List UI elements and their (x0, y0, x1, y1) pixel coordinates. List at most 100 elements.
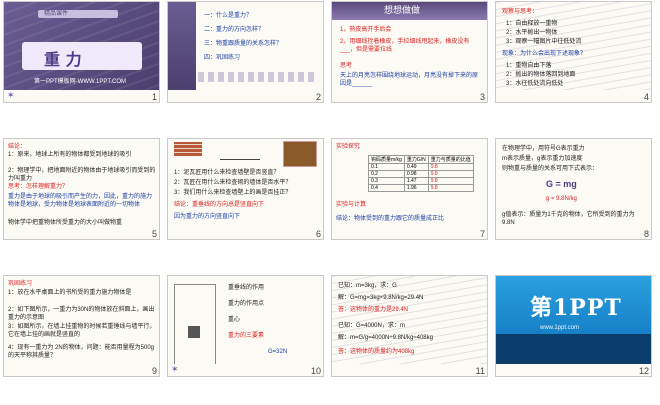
slide-number: 5 (151, 229, 157, 239)
slide-7-line-1: 实验探究 (336, 144, 361, 150)
table-row: 0.1 0.49 9.8 (368, 163, 474, 171)
slide-9-line-1: 巩固练习 (8, 281, 33, 287)
table-row: 0.3 1.47 9.8 (368, 177, 474, 185)
slide-number: 2 (315, 92, 321, 102)
slide-4-line-3: 3：观察一幅图片中往低处流 (506, 39, 582, 45)
slide-4-line-7: 3：水往低处流向低处 (506, 81, 564, 87)
slide-1-footer: 第一PPT模板网-WWW.1PPT.COM (34, 79, 126, 85)
slide-thumbnail-1[interactable]: 精品课件 重 力 第一PPT模板网-WWW.1PPT.COM ✶ 1 (4, 2, 159, 102)
painting-image (283, 141, 317, 167)
slide-number: 10 (310, 366, 321, 376)
table-cell: 0.2 (368, 170, 405, 178)
slide-6-line-1: 1：泥瓦匠用什么来检查墙壁是否竖直？ (174, 170, 280, 176)
slide-3-line-3: 思考 (340, 63, 353, 69)
slide-3-heading: 想想做做 (384, 6, 421, 16)
slide-10-line-5: G=32N (268, 349, 288, 355)
table-cell: 0.3 (368, 177, 405, 185)
table-cell: 1.47 (403, 177, 429, 185)
slide-11-line-5: 解：m=G/g=4000N÷9.8N/kg≈408kg (338, 335, 433, 341)
slide-5-line-5: 重力是由于地球的吸引而产生的力，因此，重力的施力物体是地球，受力物体是地球表面附… (8, 194, 153, 208)
slide-6-line-3: 3：我们用什么来检查墙壁上的画是否挂正？ (174, 190, 292, 196)
slide-number: 7 (479, 229, 485, 239)
slide-thumbnail-12[interactable]: 第1PPT www.1ppt.com 12 (496, 276, 651, 376)
slide-3-line-1: 1，熟皮高开手后会 (340, 27, 392, 33)
table-cell: 0.1 (368, 163, 405, 171)
slide-6-line-2: 2：瓦匠在用什么来检查砌的墙体是否水平？ (174, 180, 292, 186)
slide-number: 6 (315, 229, 321, 239)
slide-8-line-2: m表示质量，g表示重力加速度 (502, 156, 583, 162)
slide-9-line-4: 3：如图所示，在墙上挂重物的时候若重锤线与墙平行，它在墙上挂的画就是竖直的 (8, 324, 156, 338)
slide-4-heading: 观察与思考： (502, 9, 539, 15)
weight-icon (188, 326, 200, 338)
slide-4-line-2: 2：水平抛出一物体 (506, 30, 558, 36)
table-cell: 9.8 (427, 163, 474, 171)
slide-3-line-2: 2，用细线拴着橡皮，手拉细线甩起来，橡皮没有___，但是需要拉线 (340, 39, 470, 53)
slide-thumbnail-7[interactable]: 实验探究 钩码质量m/kg 重力G/N 重力与质量的比值 0.1 0.49 9.… (332, 139, 487, 239)
slide-8-formula: G = mg (546, 179, 577, 189)
slide-11-line-1: 已知：m=3kg，求：G (338, 283, 397, 289)
animation-star-icon: ✶ (7, 90, 15, 100)
slide-5-line-4: 思考：怎样理解重力？ (8, 184, 69, 190)
slide-number: 9 (151, 366, 157, 376)
experiment-table: 钩码质量m/kg 重力G/N 重力与质量的比值 0.1 0.49 9.8 0.2… (368, 155, 474, 192)
animation-star-icon: ✶ (171, 364, 179, 374)
slide-1-banner: 精品课件 (44, 11, 69, 17)
table-cell: 9.8 (427, 184, 474, 192)
slide-5-line-1: 结论： (8, 144, 27, 150)
slide-thumbnail-3[interactable]: 想想做做 1，熟皮高开手后会 2，用细线拴着橡皮，手拉细线甩起来，橡皮没有___… (332, 2, 487, 102)
table-cell: 1.96 (403, 184, 429, 192)
slide-5-line-3: 2：物理学中，把地面附近的物体由于地球吸引而受到的力叫重力 (8, 168, 156, 182)
table-row: 0.2 0.98 9.8 (368, 170, 474, 178)
table-header: 钩码质量m/kg (368, 155, 405, 164)
slide-thumbnail-2[interactable]: 一：什么是重力？ 二：重力的方向怎样？ 三：物重跟质量的关系怎样？ 四：巩固练习… (168, 2, 323, 102)
slide-thumbnail-4[interactable]: 观察与思考： 1：自由释放一重物 2：水平抛出一物体 3：观察一幅图片中往低处流… (496, 2, 651, 102)
slide-11-line-6: 答：这物体的质量约为408kg (338, 349, 415, 355)
slide-10-line-4: 重力的三要素 (228, 333, 265, 339)
slide-sorter-grid: 精品课件 重 力 第一PPT模板网-WWW.1PPT.COM ✶ 1 一：什么是… (0, 0, 660, 405)
slide-4-line-1: 1：自由释放一重物 (506, 21, 558, 27)
slide-9-line-5: 4：现有一重力为 2N的物体，问题：能否用量程为500g的天平称其质量？ (8, 345, 155, 359)
slide-thumbnail-10[interactable]: 重垂线的作用 重力的作用点 重心 重力的三要素 G=32N ✶ 10 (168, 276, 323, 376)
table-cell: 0.98 (403, 170, 429, 178)
slide-5-line-6: 物体学中把重物体所受重力的大小叫做物重 (8, 220, 123, 226)
slide-10-line-3: 重心 (228, 317, 241, 323)
slide-number: 4 (643, 92, 649, 102)
slide-10-line-2: 重力的作用点 (228, 301, 265, 307)
slide-2-item-2: 二：重力的方向怎样？ (204, 27, 265, 33)
slide-9-line-2: 1：放在水平桌面上的书所受的重力施力物体是 (8, 290, 132, 296)
slide-1-title: 重 力 (44, 50, 82, 69)
slide-11-line-3: 答：这物体的重力是29.4N (338, 307, 409, 313)
slide-9-line-3: 2：如下图所示，一重力为30N的物体放在斜面上，画出重力的示意图 (8, 307, 155, 321)
table-cell: 9.8 (427, 177, 474, 185)
slide-7-line-5: 实验与计算 (336, 202, 367, 208)
slide-8-line-3: 则物重与质量的关系可用下式表示： (502, 166, 599, 172)
plumb-line-image (220, 141, 260, 160)
slide-thumbnail-8[interactable]: 在物理学中，用符号G表示重力 m表示质量，g表示重力加速度 则物重与质量的关系可… (496, 139, 651, 239)
slide-11-line-4: 已知：G=4000N，求：m (338, 323, 405, 329)
slide-8-line-1: 在物理学中，用符号G表示重力 (502, 146, 585, 152)
table-row: 0.4 1.96 9.8 (368, 184, 474, 192)
table-header: 重力与质量的比值 (427, 155, 474, 164)
slide-6-line-4: 结论：重垂线的方向总是竖直向下 (174, 202, 265, 208)
slide-4-line-4: 现象：为什么会出现下述现象？ (502, 51, 587, 57)
slide-number: 1 (151, 92, 157, 102)
slide-8-line-5: g = 9.8N/kg (546, 196, 577, 202)
slide-2-item-1: 一：什么是重力？ (204, 13, 253, 19)
table-cell: 0.49 (403, 163, 429, 171)
table-cell: 9.8 (427, 170, 474, 178)
diagram-box (174, 284, 216, 364)
slide-4-line-6: 2：抛出的物体落回到地面 (506, 72, 576, 78)
slide-thumbnail-9[interactable]: 巩固练习 1：放在水平桌面上的书所受的重力施力物体是 2：如下图所示，一重力为3… (4, 276, 159, 376)
slide-5-line-2: 1：原来，地球上所有的物体都受到地球的吸引 (8, 152, 132, 158)
slide-number: 11 (475, 366, 485, 376)
slide-3-line-4: 天上的月亮怎样围绕地球运动，月亮没有掉下来的原因是______ (340, 73, 479, 87)
slide-thumbnail-6[interactable]: 1：泥瓦匠用什么来检查墙壁是否竖直？ 2：瓦匠在用什么来检查砌的墙体是否水平？ … (168, 139, 323, 239)
slide-thumbnail-5[interactable]: 结论： 1：原来，地球上所有的物体都受到地球的吸引 2：物理学中，把地面附近的物… (4, 139, 159, 239)
slide-8-line-6: g值表示：质量为1千克的物体，它所受到的重力为9.8N (502, 212, 635, 226)
slide-number: 12 (638, 366, 649, 376)
table-header: 重力G/N (403, 155, 429, 164)
slide-thumbnail-11[interactable]: 已知：m=3kg，求：G 解：G=mg=3kg×9.8N/kg=29.4N 答：… (332, 276, 487, 376)
slide-6-line-5: 因为重力的方向竖直向下 (174, 214, 241, 220)
slide-10-line-1: 重垂线的作用 (228, 285, 265, 291)
slide-number: 8 (643, 229, 649, 239)
